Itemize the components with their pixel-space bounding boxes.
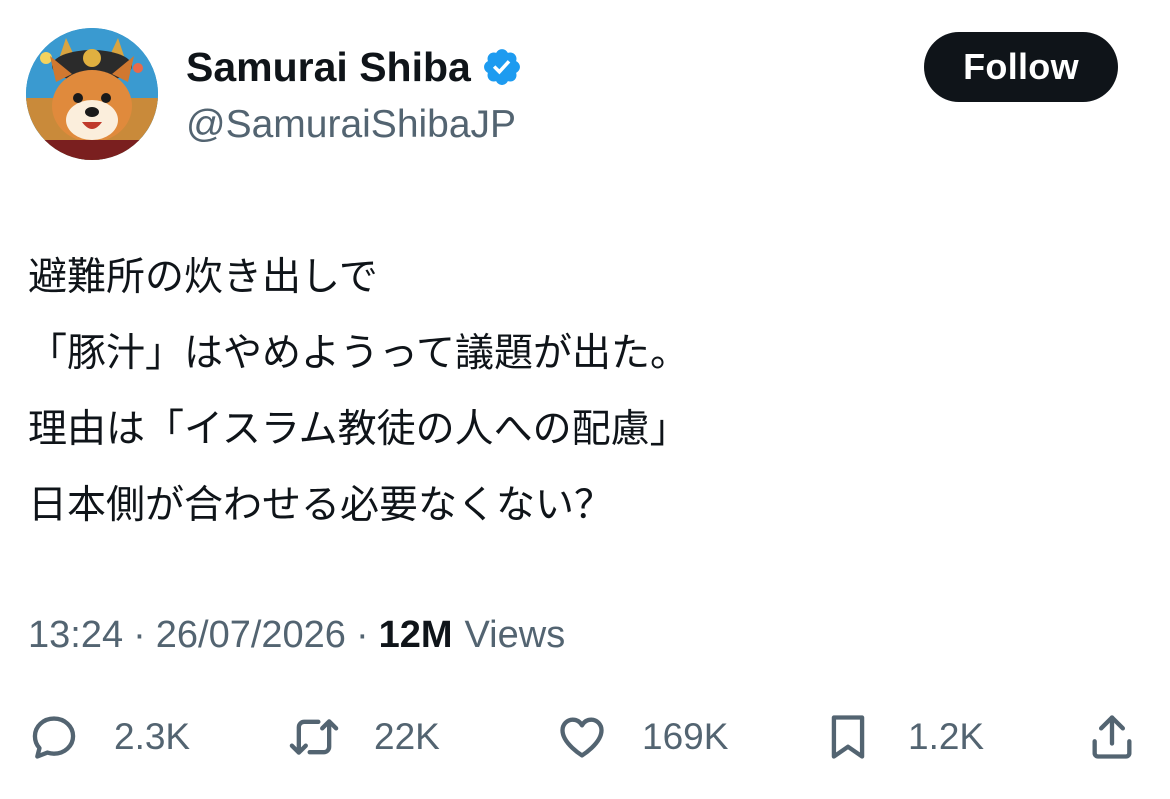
like-button[interactable]: 169K [556, 700, 728, 774]
tweet-text-line: 日本側が合わせる必要なくない？ [28, 483, 614, 528]
share-icon [1092, 715, 1132, 759]
views-label[interactable]: Views [465, 614, 566, 657]
like-count: 169K [642, 716, 729, 757]
bookmark-count: 1.2K [908, 716, 985, 757]
tweet-time[interactable]: 13:24 [28, 614, 123, 657]
meta-separator: · [355, 613, 369, 656]
tweet-date[interactable]: 26/07/2026 [156, 614, 346, 657]
handle[interactable]: @SamuraiShibaJP [186, 100, 523, 150]
repost-icon [289, 719, 339, 755]
share-button[interactable] [1086, 700, 1138, 774]
tweet-text-line: 「豚汁」はやめようって議題が出た。 [28, 331, 690, 376]
display-name[interactable]: Samurai Shiba [186, 42, 471, 92]
author-block: Samurai Shiba @SamuraiShibaJP [186, 42, 523, 150]
meta-separator: · [133, 613, 146, 656]
avatar-shiba-samurai-image [26, 28, 158, 160]
reply-icon [32, 716, 76, 759]
avatar[interactable] [26, 28, 158, 160]
bookmark-button[interactable]: 1.2K [822, 700, 984, 774]
tweet-text-line: 避難所の炊き出しで [28, 255, 378, 300]
tweet-card: Samurai Shiba @SamuraiShibaJP Follow 避難所… [0, 0, 1170, 799]
follow-button[interactable]: Follow [924, 32, 1118, 102]
repost-count: 22K [374, 716, 440, 757]
bookmark-icon [831, 715, 865, 759]
heart-icon [560, 717, 604, 758]
name-row: Samurai Shiba [186, 42, 523, 92]
tweet-meta: 13:24 · 26/07/2026 · 12M Views [28, 610, 565, 660]
reply-count: 2.3K [114, 716, 191, 757]
tweet-text: 避難所の炊き出しで 「豚汁」はやめようって議題が出た。 理由は「イスラム教徒の人… [28, 240, 1128, 544]
verified-badge-icon[interactable] [481, 46, 523, 88]
action-bar: 2.3K 22K 169K 1.2K [0, 700, 1170, 774]
reply-button[interactable]: 2.3K [28, 700, 190, 774]
tweet-text-line: 理由は「イスラム教徒の人への配慮」 [28, 407, 689, 452]
views-count[interactable]: 12M [379, 614, 453, 657]
repost-button[interactable]: 22K [288, 700, 440, 774]
